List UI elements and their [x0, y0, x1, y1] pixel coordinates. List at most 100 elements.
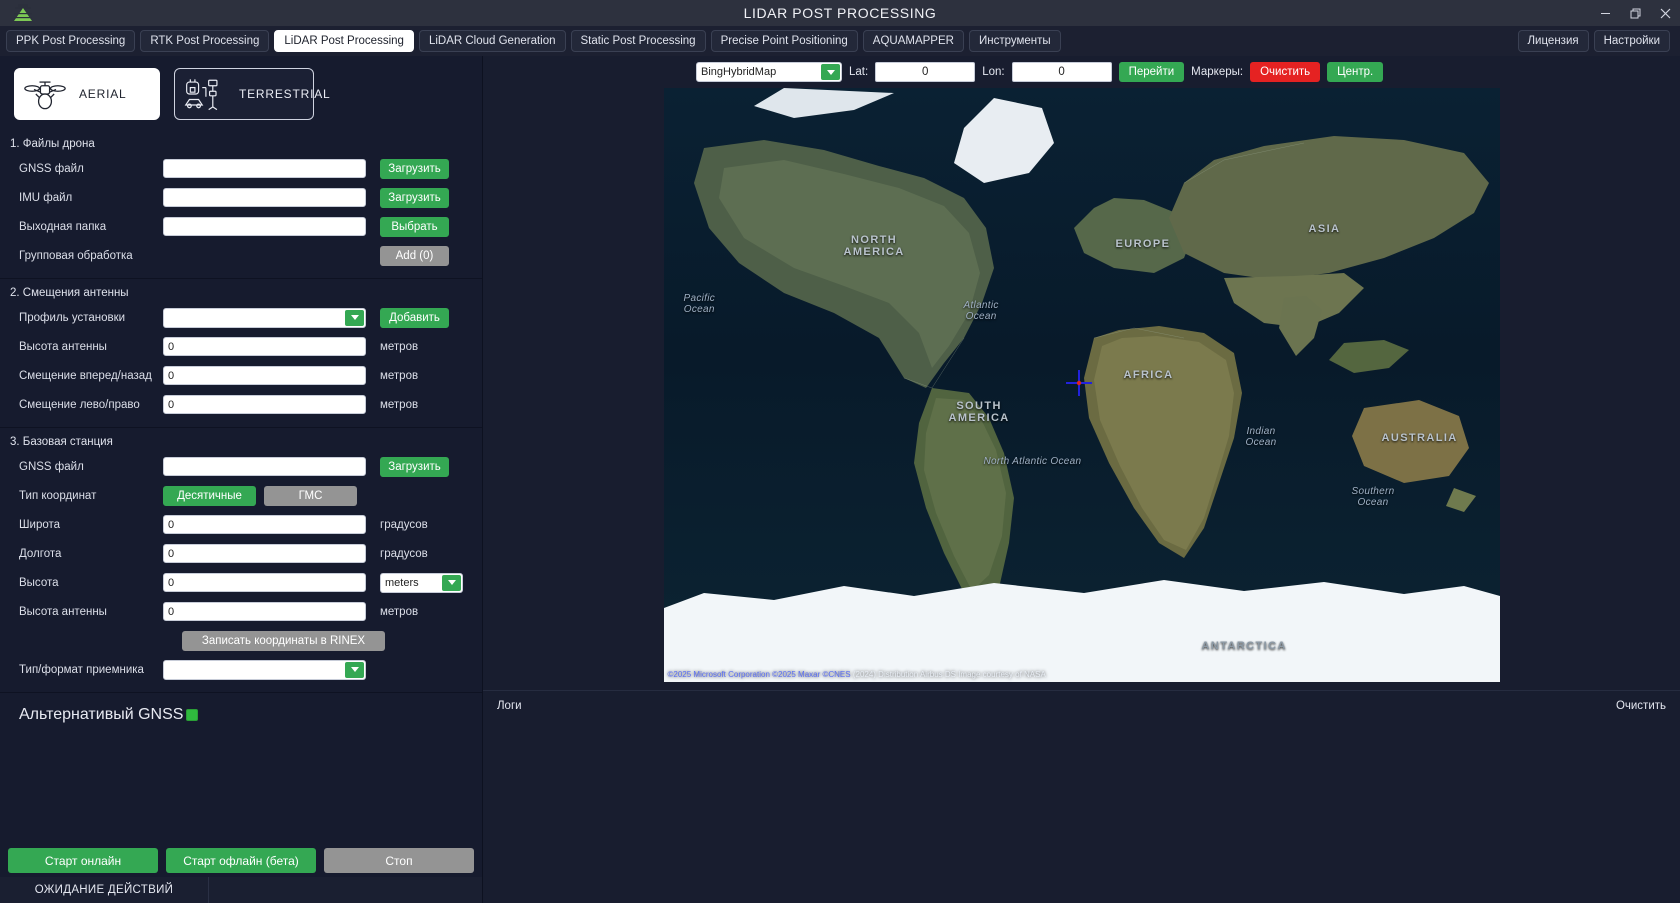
input-height[interactable]: 0	[163, 573, 366, 592]
input-latitude[interactable]: 0	[163, 515, 366, 534]
row-receiver-type: Тип/формат приемника	[0, 657, 482, 682]
select-map-provider[interactable]: BingHybridMap	[696, 62, 842, 82]
select-height-unit-value: meters	[385, 576, 419, 589]
select-receiver-type[interactable]	[163, 659, 366, 680]
tab-bar-right-group: Лицензия Настройки	[1517, 30, 1675, 52]
unit-offset-forward-back: метров	[380, 369, 419, 382]
logs-output-area[interactable]	[483, 720, 1680, 903]
unit-base-antenna-height: метров	[380, 605, 419, 618]
mode-aerial-button[interactable]: AERIAL	[14, 68, 160, 120]
input-base-gnss-file[interactable]	[163, 457, 366, 476]
select-install-profile[interactable]	[163, 307, 366, 328]
input-drone-imu-file[interactable]	[163, 188, 366, 207]
chevron-down-icon[interactable]	[345, 309, 364, 326]
tab-ppk-post-processing[interactable]: PPK Post Processing	[6, 30, 136, 52]
button-goto[interactable]: Перейти	[1118, 62, 1185, 82]
tab-license[interactable]: Лицензия	[1517, 30, 1589, 52]
label-base-antenna-height: Высота антенны	[19, 605, 107, 618]
label-base-gnss-file: GNSS файл	[19, 460, 84, 473]
input-lat[interactable]: 0	[875, 62, 976, 82]
button-center-map[interactable]: Центр.	[1327, 62, 1384, 82]
input-base-antenna-height[interactable]: 0	[163, 602, 366, 621]
right-map-panel: BingHybridMap Lat: 0 Lon: 0 Перейти Марк…	[483, 56, 1680, 903]
window-controls	[1590, 0, 1680, 26]
close-icon[interactable]	[1650, 0, 1680, 26]
select-map-provider-value: BingHybridMap	[701, 66, 777, 78]
map-attribution-link[interactable]: ©2025 Microsoft Corporation ©2025 Maxar …	[668, 670, 851, 679]
window-title: LIDAR POST PROCESSING	[743, 5, 937, 21]
segmented-coordinate-type: Десятичные ГМС	[163, 485, 357, 506]
label-drone-gnss-file: GNSS файл	[19, 162, 84, 175]
input-drone-gnss-file[interactable]	[163, 159, 366, 178]
chevron-down-icon[interactable]	[442, 574, 461, 591]
label-offset-forward-back: Смещение вперед/назад	[19, 369, 152, 382]
row-antenna-height: Высота антенны 0 метров	[0, 334, 482, 359]
chevron-down-icon[interactable]	[345, 661, 364, 678]
tab-static-post-processing[interactable]: Static Post Processing	[570, 30, 706, 52]
button-coordtype-dms[interactable]: ГМС	[264, 485, 357, 506]
button-batch-add[interactable]: Add (0)	[380, 245, 449, 266]
mode-terrestrial-label: TERRESTRIAL	[239, 87, 331, 101]
tab-instruments[interactable]: Инструменты	[968, 30, 1061, 52]
button-start-offline[interactable]: Старт офлайн (бета)	[166, 848, 316, 873]
label-lon: Lon:	[982, 66, 1005, 78]
section-drone-files: 1. Файлы дрона GNSS файл Загрузить IMU ф…	[0, 130, 482, 279]
row-longitude: Долгота 0 градусов	[0, 541, 482, 566]
tab-lidar-post-processing[interactable]: LiDAR Post Processing	[274, 30, 414, 52]
button-select-output-folder[interactable]: Выбрать	[380, 216, 449, 237]
tab-settings[interactable]: Настройки	[1593, 30, 1670, 52]
button-coordtype-decimal[interactable]: Десятичные	[163, 485, 256, 506]
button-add-profile[interactable]: Добавить	[380, 307, 449, 328]
input-longitude[interactable]: 0	[163, 544, 366, 563]
input-antenna-height[interactable]: 0	[163, 337, 366, 356]
unit-offset-left-right: метров	[380, 398, 419, 411]
tab-rtk-post-processing[interactable]: RTK Post Processing	[140, 30, 270, 52]
input-offset-forward-back[interactable]: 0	[163, 366, 366, 385]
section-antenna-offsets: 2. Смещения антенны Профиль установки До…	[0, 279, 482, 428]
label-drone-imu-file: IMU файл	[19, 191, 73, 204]
restore-icon[interactable]	[1620, 0, 1650, 26]
row-drone-gnss-file: GNSS файл Загрузить	[0, 156, 482, 181]
button-write-coordinates-rinex[interactable]: Записать координаты в RINEX	[182, 630, 385, 651]
input-lon[interactable]: 0	[1011, 62, 1112, 82]
logs-clear-button[interactable]: Очистить	[1616, 700, 1666, 712]
input-output-folder[interactable]	[163, 217, 366, 236]
unit-longitude: градусов	[380, 547, 428, 560]
drone-icon	[23, 76, 67, 112]
tab-lidar-cloud-generation[interactable]: LiDAR Cloud Generation	[418, 30, 566, 52]
section-base-station: 3. Базовая станция GNSS файл Загрузить Т…	[0, 428, 482, 693]
button-load-base-gnss[interactable]: Загрузить	[380, 456, 449, 477]
backpack-tripod-car-icon	[183, 76, 227, 112]
input-offset-left-right[interactable]: 0	[163, 395, 366, 414]
tab-precise-point-positioning[interactable]: Precise Point Positioning	[710, 30, 858, 52]
left-config-panel: AERIAL TERRESTRIAL 1. Файлы дрона GNSS ф…	[0, 56, 483, 903]
tab-aquamapper[interactable]: AQUAMAPPER	[862, 30, 964, 52]
tab-bar: PPK Post Processing RTK Post Processing …	[0, 26, 1680, 56]
button-start-online[interactable]: Старт онлайн	[8, 848, 158, 873]
button-load-drone-imu[interactable]: Загрузить	[380, 187, 449, 208]
chevron-down-icon[interactable]	[821, 64, 840, 80]
button-stop[interactable]: Стоп	[324, 848, 474, 873]
map-attribution-text: (2024) Distribution Airbus DS Image cour…	[852, 670, 1046, 679]
label-install-profile: Профиль установки	[19, 311, 126, 324]
row-alternative-gnss: Альтернативый GNSS	[0, 701, 482, 729]
button-clear-markers[interactable]: Очистить	[1250, 62, 1321, 82]
mode-terrestrial-button[interactable]: TERRESTRIAL	[174, 68, 330, 120]
button-load-drone-gnss[interactable]: Загрузить	[380, 158, 449, 179]
row-height: Высота 0 meters	[0, 570, 482, 595]
world-map-graphic	[663, 88, 1500, 682]
map-attribution: ©2025 Microsoft Corporation ©2025 Maxar …	[668, 670, 1046, 679]
title-bar: LIDAR POST PROCESSING	[0, 0, 1680, 26]
section-1-title: 1. Файлы дрона	[10, 138, 95, 150]
map-canvas[interactable]: NORTH AMERICA SOUTH AMERICA EUROPE ASIA …	[663, 88, 1500, 682]
section-3-title: 3. Базовая станция	[10, 436, 113, 448]
minimize-icon[interactable]	[1590, 0, 1620, 26]
label-coordinate-type: Тип координат	[19, 489, 97, 502]
checkbox-alternative-gnss[interactable]	[186, 709, 199, 721]
mode-aerial-label: AERIAL	[79, 87, 127, 101]
logs-header: Логи Очистить	[483, 690, 1680, 720]
status-bar: ОЖИДАНИЕ ДЕЙСТВИЙ	[0, 877, 482, 903]
label-longitude: Долгота	[19, 547, 62, 560]
select-height-unit[interactable]: meters	[380, 572, 463, 593]
logs-title: Логи	[497, 699, 522, 712]
